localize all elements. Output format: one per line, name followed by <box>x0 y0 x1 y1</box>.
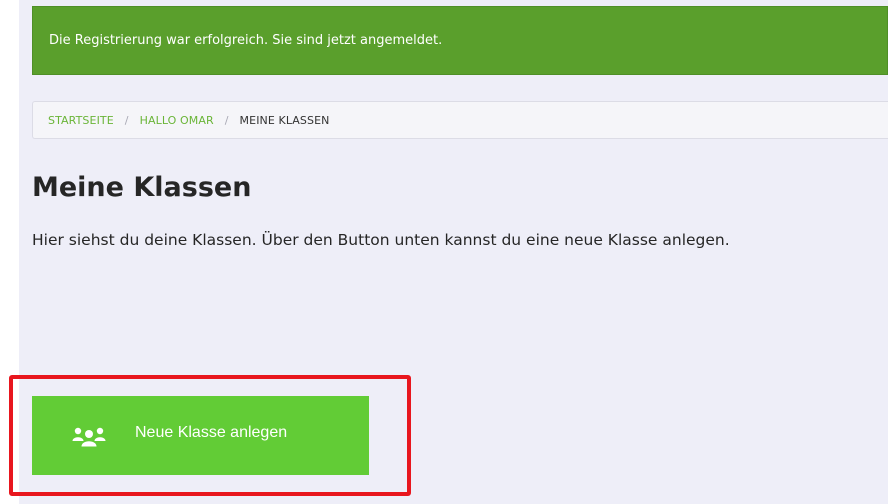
breadcrumb: STARTSEITE / HALLO OMAR / MEINE KLASSEN <box>32 101 888 139</box>
success-alert: Die Registrierung war erfolgreich. Sie s… <box>32 6 888 75</box>
page-title: Meine Klassen <box>32 172 252 203</box>
new-class-button-label: Neue Klasse anlegen <box>135 424 288 441</box>
breadcrumb-current: MEINE KLASSEN <box>239 113 330 127</box>
users-icon <box>72 425 106 447</box>
breadcrumb-separator: / <box>124 113 129 127</box>
breadcrumb-separator: / <box>224 113 229 127</box>
new-class-button[interactable]: Neue Klasse anlegen <box>32 396 369 475</box>
breadcrumb-profile-link[interactable]: HALLO OMAR <box>140 114 214 127</box>
success-alert-message: Die Registrierung war erfolgreich. Sie s… <box>49 33 443 48</box>
breadcrumb-home-link[interactable]: STARTSEITE <box>48 114 114 127</box>
page-description: Hier siehst du deine Klassen. Über den B… <box>32 231 730 249</box>
